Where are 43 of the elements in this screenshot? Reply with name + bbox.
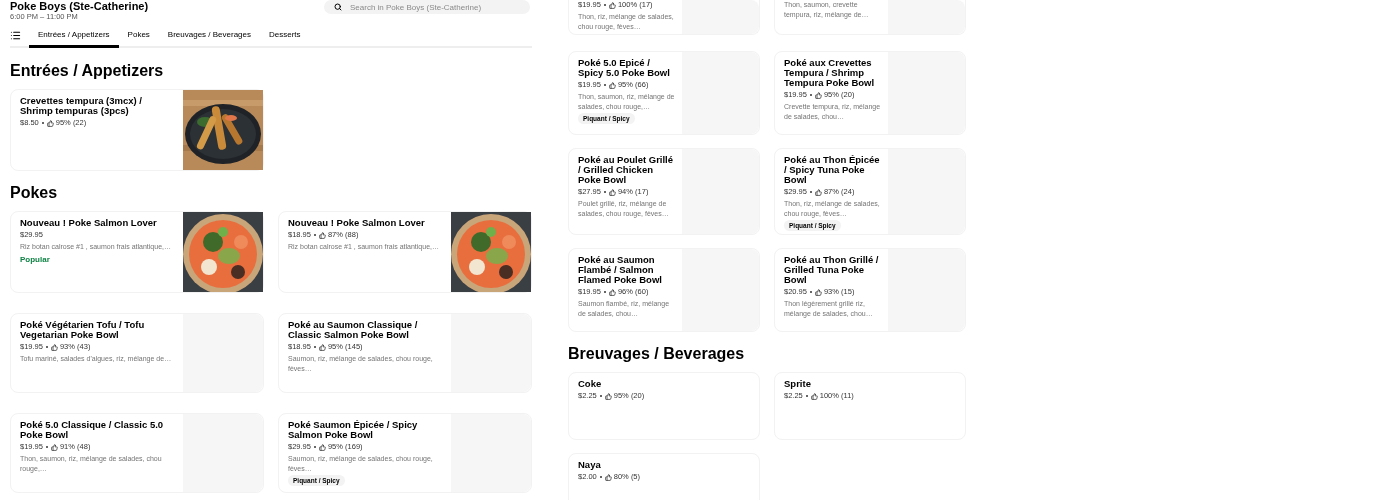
thumbs-up-icon	[50, 443, 58, 451]
search-icon	[334, 3, 342, 11]
thumbs-up-icon	[46, 119, 54, 127]
thumbs-up-icon	[608, 288, 616, 296]
thumbs-up-icon	[810, 392, 818, 400]
section-heading: Entrées / Appetizers	[10, 61, 165, 81]
category-tab[interactable]: Entrées / Appetizers	[29, 24, 119, 48]
item-name: Poké au Saumon Classique / Classic Salmon Poke Bowl	[288, 320, 419, 340]
thumbs-up-icon	[814, 288, 822, 296]
thumbs-up-icon	[608, 1, 616, 9]
item-name: Nouveau ! Poke Salmon Lover	[20, 218, 157, 228]
item-name: Poké 5.0 Epicé / Spicy 5.0 Poke Bowl	[578, 58, 671, 78]
thumbs-up-icon	[318, 231, 326, 239]
item-name: Coke	[578, 379, 602, 389]
item-name: Poké au Thon Épicée / Spicy Tuna Poke Bowl	[784, 155, 881, 185]
item-name: Poké Végétarien Tofu / Tofu Vegetarian Poke Bowl	[20, 320, 146, 340]
category-tab[interactable]: Breuvages / Beverages	[158, 24, 260, 48]
thumbs-up-icon	[318, 443, 326, 451]
thumbs-up-icon	[608, 188, 616, 196]
item-name: Poké Saumon Épicée / Spicy Salmon Poke Bowl	[288, 420, 419, 440]
item-name: Poké aux Crevettes Tempura / Shrimp Tempura Poke Bowl	[784, 58, 876, 88]
thumbs-up-icon	[814, 188, 822, 196]
item-name: Poké au Poulet Grillé / Grilled Chicken Poke Bowl	[578, 155, 675, 185]
item-name: Nouveau ! Poke Salmon Lover	[288, 218, 425, 228]
popular-label: Popular	[20, 254, 50, 264]
thumbs-up-icon	[814, 91, 822, 99]
item-name: Naya	[578, 460, 601, 470]
section-heading: Breuvages / Beverages	[568, 344, 746, 364]
category-tab[interactable]: Pokes	[118, 24, 159, 48]
item-name: Poké au Saumon Flambé / Salmon Flamed Poke Bowl	[578, 255, 663, 285]
section-heading: Pokes	[10, 183, 59, 203]
thumbs-up-icon	[604, 473, 612, 481]
category-tab[interactable]: Desserts	[260, 24, 310, 48]
thumbs-up-icon	[608, 81, 616, 89]
thumbs-up-icon	[50, 343, 58, 351]
thumbs-up-icon	[318, 343, 326, 351]
item-name: Crevettes tempura (3mcx) / Shrimp tempuras (3pcs)	[20, 96, 143, 116]
store-name: Poke Boys (Ste-Catherine)	[10, 0, 149, 12]
item-name: Poké 5.0 Classique / Classic 5.0 Poke Bowl	[20, 420, 165, 440]
thumbs-up-icon	[604, 392, 612, 400]
item-name: Poké au Thon Grillé / Grilled Tuna Poke Bowl	[784, 255, 880, 285]
item-name: Sprite	[784, 379, 811, 389]
search-field[interactable]: Search in Poke Boys (Ste-Catherine)	[324, 0, 530, 14]
